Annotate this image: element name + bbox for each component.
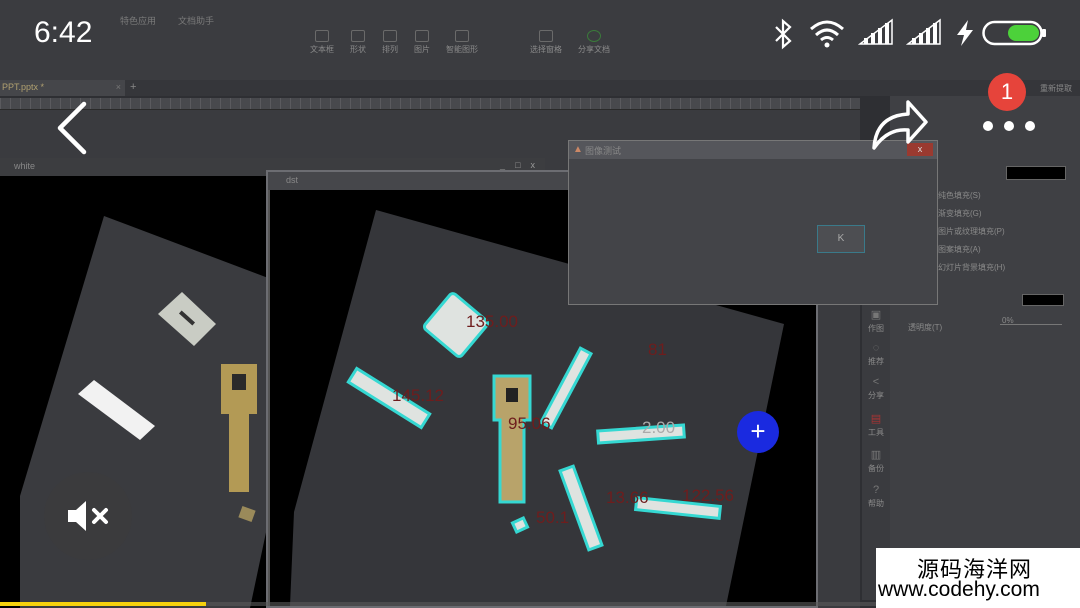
- document-tabbar: PPT.pptx * × + 重新提取: [0, 80, 1080, 96]
- color-swatch[interactable]: [1006, 166, 1066, 180]
- share-icon: <: [872, 376, 880, 388]
- wifi-icon: [810, 20, 844, 48]
- maximize-button[interactable]: □: [515, 160, 520, 170]
- dialog-action-button[interactable]: K: [817, 225, 865, 253]
- window-title: white: [14, 161, 36, 171]
- tab-hole: [506, 388, 518, 402]
- signal-icon: [906, 18, 941, 45]
- app-logo-icon: ▲: [573, 144, 583, 155]
- transparency-slider[interactable]: [1000, 324, 1062, 325]
- side-tool-item[interactable]: ▣ 作图: [862, 308, 890, 334]
- mute-icon: [68, 501, 108, 531]
- bulb-icon: ◌: [872, 342, 880, 354]
- toolbox-icon: ▤: [870, 413, 882, 425]
- minimize-button[interactable]: _: [500, 160, 505, 170]
- side-tool-item[interactable]: ◌ 推荐: [862, 342, 890, 367]
- measurement-label: 135.00: [466, 312, 518, 331]
- document-tab[interactable]: PPT.pptx * ×: [0, 80, 125, 96]
- more-icon[interactable]: [978, 116, 1040, 136]
- ruler: [0, 98, 860, 110]
- mute-button[interactable]: [44, 472, 132, 560]
- signal-icon: [858, 18, 893, 45]
- color-picker[interactable]: [1022, 294, 1064, 306]
- fill-option[interactable]: 渐变填充(G): [938, 208, 982, 219]
- reextract-link[interactable]: 重新提取: [1040, 83, 1072, 94]
- share-icon[interactable]: [868, 98, 930, 154]
- measurement-label: 95.06: [508, 414, 551, 433]
- close-button[interactable]: x: [531, 160, 536, 170]
- video-progress-fill: [0, 602, 206, 606]
- measurement-label: 145.12: [392, 386, 444, 405]
- tab-hole: [232, 374, 246, 390]
- status-time: 6:42: [34, 16, 93, 49]
- window-title: dst: [286, 175, 299, 185]
- measurement-label: 81: [648, 340, 667, 359]
- bluetooth-icon: [775, 18, 792, 50]
- notification-badge: 1: [988, 73, 1026, 111]
- fill-option[interactable]: 图片或纹理填充(P): [938, 226, 1005, 237]
- measurement-label: 2.00: [642, 418, 676, 437]
- status-bar: 6:42: [0, 0, 1080, 70]
- back-icon[interactable]: [52, 100, 92, 156]
- measurement-label: 13.66: [606, 488, 649, 507]
- fill-option[interactable]: 幻灯片背景填充(H): [938, 262, 1005, 273]
- add-button[interactable]: +: [737, 411, 779, 453]
- add-tab-button[interactable]: +: [130, 81, 136, 93]
- side-tool-item[interactable]: ? 帮助: [862, 484, 890, 509]
- measurement-label: 122.56: [682, 486, 734, 505]
- battery-icon: [982, 20, 1046, 46]
- dialog-title: 图像测试: [585, 146, 622, 156]
- help-icon: ?: [872, 484, 880, 496]
- charging-icon: [957, 20, 973, 46]
- side-tool-item[interactable]: ▥ 备份: [862, 448, 890, 474]
- video-progress-bar[interactable]: [0, 602, 876, 606]
- fill-option[interactable]: 图案填充(A): [938, 244, 981, 255]
- side-tool-item[interactable]: < 分享: [862, 376, 890, 401]
- watermark-url: www.codehy.com: [878, 578, 1040, 601]
- backup-icon: ▥: [870, 449, 882, 461]
- picture-icon: ▣: [870, 309, 882, 321]
- watermark: 源码海洋网 www.codehy.com: [876, 548, 1080, 608]
- close-icon[interactable]: ×: [116, 82, 121, 92]
- test-dialog: ▲ 图像测试 x K: [568, 140, 938, 305]
- measurement-label: 50.1: [536, 508, 570, 527]
- fill-option[interactable]: 纯色填充(S): [938, 190, 981, 201]
- side-tool-item[interactable]: ▤ 工具: [862, 412, 890, 438]
- transparency-label: 透明度(T): [908, 323, 943, 332]
